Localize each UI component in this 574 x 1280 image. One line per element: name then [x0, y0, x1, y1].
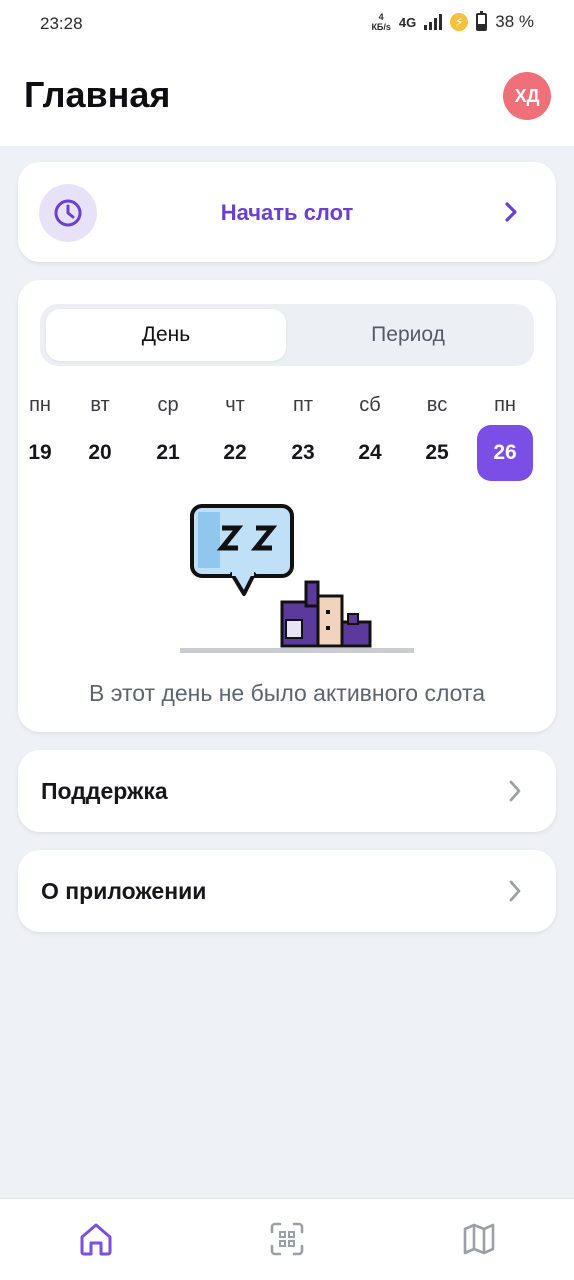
chevron-right-icon [509, 780, 521, 802]
top-bar: 23:28 4 КБ/s 4G ⚡ 38 % Главная ХД [0, 0, 574, 146]
calendar-card: День Период пн 19 вт 20 ср 21 чт 22 пт 2… [18, 280, 556, 732]
battery-percent: 38 % [495, 12, 534, 31]
support-button[interactable]: Поддержка [18, 750, 556, 832]
day-item[interactable]: ср 21 [140, 394, 196, 481]
week-strip: пн 19 вт 20 ср 21 чт 22 пт 23 сб 24 вс 2… [18, 394, 556, 484]
map-icon[interactable] [461, 1221, 497, 1257]
avatar[interactable]: ХД [503, 72, 551, 120]
day-item[interactable]: сб 24 [342, 394, 398, 481]
view-toggle: День Период [40, 304, 534, 366]
day-item[interactable]: пт 23 [275, 394, 331, 481]
about-label: О приложении [41, 878, 207, 904]
charging-icon: ⚡ [450, 13, 469, 31]
day-item[interactable]: вс 25 [409, 394, 465, 481]
status-icons: 4 КБ/s 4G ⚡ 38 % [371, 11, 534, 32]
page-title: Главная [24, 74, 171, 115]
signal-icon [424, 14, 443, 30]
bottom-nav [0, 1198, 574, 1280]
network-type: 4G [398, 14, 417, 30]
chevron-right-icon [505, 202, 517, 222]
day-item[interactable]: пн 19 [18, 394, 68, 481]
day-item[interactable]: вт 20 [72, 394, 128, 481]
qr-scan-icon[interactable] [269, 1221, 305, 1257]
tab-period[interactable]: Период [288, 309, 528, 361]
day-item[interactable]: чт 22 [207, 394, 263, 481]
about-app-button[interactable]: О приложении [18, 850, 556, 932]
status-time: 23:28 [40, 14, 83, 33]
status-bar: 23:28 4 КБ/s 4G ⚡ 38 % [0, 0, 574, 48]
day-item-selected[interactable]: пн 26 [477, 394, 533, 481]
home-icon[interactable] [78, 1221, 114, 1257]
tab-day[interactable]: День [46, 309, 286, 361]
chevron-right-icon [509, 880, 521, 902]
start-slot-label: Начать слот [220, 200, 354, 225]
network-speed: 4 КБ/s [371, 12, 391, 32]
start-slot-button[interactable]: Начать слот [18, 162, 556, 262]
empty-state-text: В этот день не было активного слота [89, 680, 485, 706]
battery-icon [476, 11, 488, 31]
support-label: Поддержка [41, 778, 168, 804]
sleeping-character-icon [180, 504, 414, 653]
